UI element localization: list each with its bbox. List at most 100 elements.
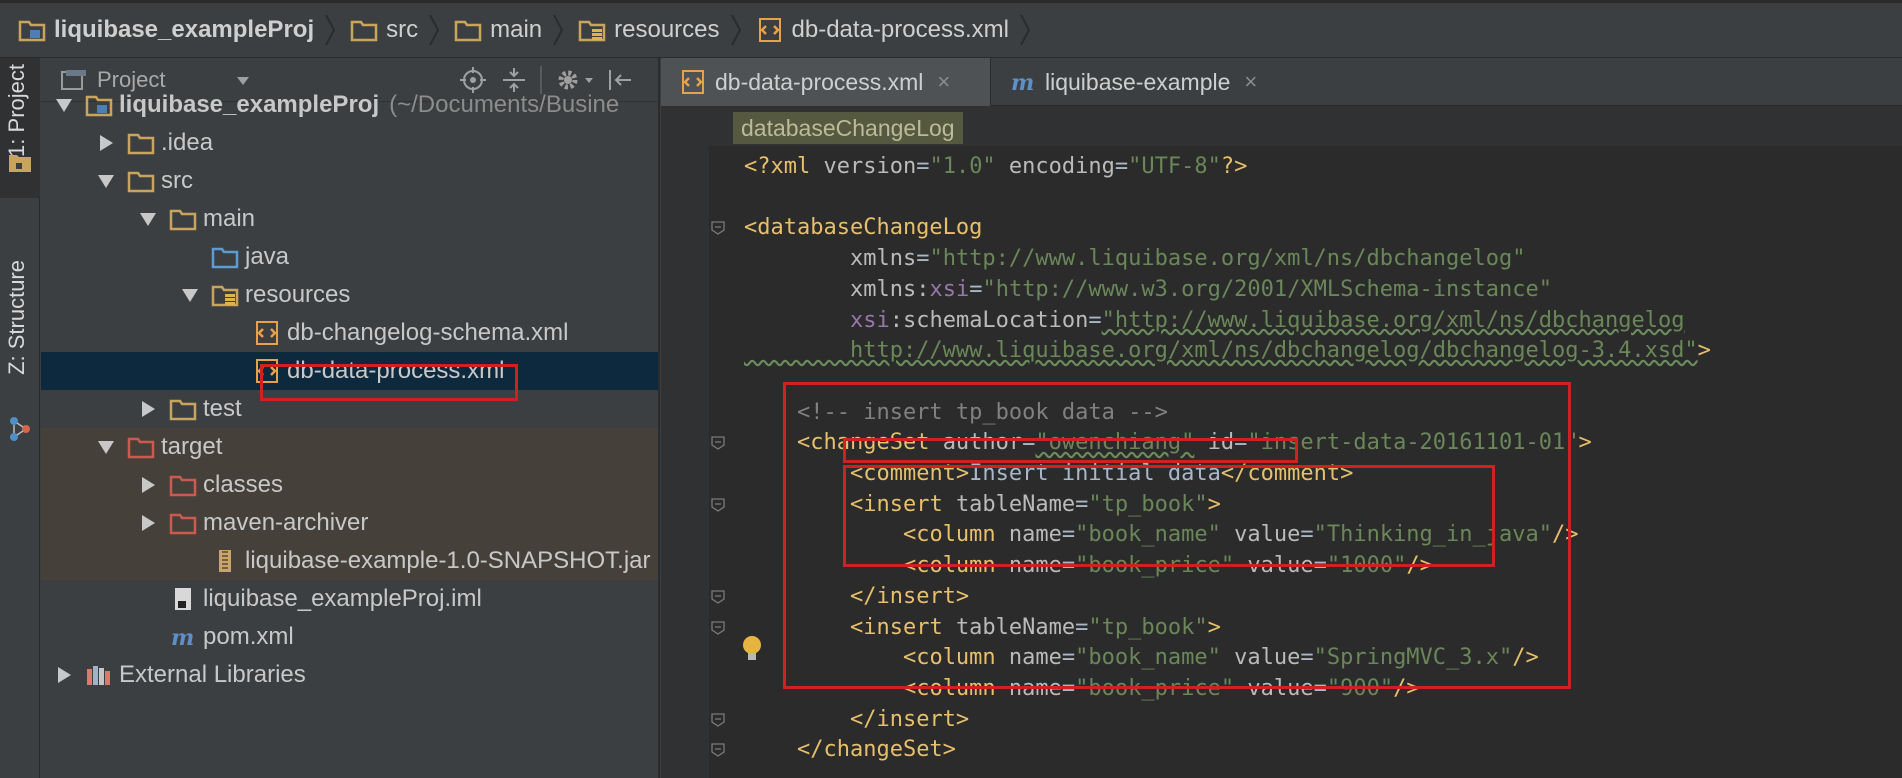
code-line: </insert> — [849, 583, 970, 609]
tree-item-label: db-changelog-schema.xml — [287, 319, 569, 346]
code-line: xmlns:xsi="http://www.w3.org/2001/XMLSch… — [849, 276, 1552, 302]
close-icon[interactable]: × — [937, 69, 950, 95]
code-line: <column name="book_price" value="900"/> — [902, 675, 1420, 701]
breadcrumb-separator-icon — [428, 1, 442, 59]
tree-item-src[interactable]: src — [41, 162, 658, 200]
navigation-breadcrumb: liquibase_exampleProj src main resources db-… — [0, 0, 1902, 58]
tree-expanded-arrow-icon[interactable] — [55, 96, 73, 114]
tree-collapsed-arrow-icon[interactable] — [97, 134, 115, 152]
tree-item-java[interactable]: java — [41, 238, 658, 276]
code-line: </changeSet> — [796, 737, 956, 763]
maven-icon: m — [171, 625, 194, 649]
tree-item-label: target — [161, 433, 223, 460]
breadcrumb-item[interactable]: resources — [578, 3, 729, 57]
jar-file-icon — [219, 550, 231, 572]
svg-text:m: m — [1011, 70, 1034, 94]
folder-icon — [127, 133, 155, 155]
tree-item-db-data-process-xml[interactable]: db-data-process.xml — [41, 352, 658, 390]
folder-icon — [169, 399, 197, 421]
tree-item-classes[interactable]: classes — [41, 466, 658, 504]
breadcrumb-item[interactable]: db-data-process.xml — [756, 3, 1019, 57]
resources-folder-icon — [211, 285, 239, 307]
structure-tool-label: Z: Structure — [4, 260, 29, 375]
tree-expanded-arrow-icon[interactable] — [139, 210, 157, 228]
tree-item-maven-archiver[interactable]: maven-archiver — [41, 504, 658, 542]
lightbulb-icon[interactable] — [741, 635, 763, 663]
project-folder-icon — [18, 20, 46, 42]
tree-expanded-arrow-icon[interactable] — [97, 438, 115, 456]
code-line: <column name="book_name" value="SpringMV… — [902, 645, 1539, 671]
tree-item-external-libraries[interactable]: External Libraries — [41, 656, 658, 694]
breadcrumb-item[interactable]: liquibase_exampleProj — [18, 3, 324, 57]
code-line: <insert tableName="tp_book"> — [849, 614, 1221, 640]
tree-expanded-arrow-icon[interactable] — [97, 172, 115, 190]
editor-tab-label: db-data-process.xml — [715, 68, 924, 95]
tree-item-label: maven-archiver — [203, 509, 369, 536]
editor-tab-bar: db-data-process.xml × m liquibase-example × — [661, 58, 1902, 106]
code-line: <insert tableName="tp_book"> — [849, 491, 1221, 517]
chevron-down-icon[interactable] — [236, 76, 250, 86]
tree-item-target[interactable]: target — [41, 428, 658, 466]
code-line: <comment>Insert initial data</comment> — [849, 461, 1354, 486]
xml-file-icon — [758, 18, 781, 42]
breadcrumb-separator-icon — [730, 1, 744, 59]
breadcrumb-label: main — [490, 16, 543, 43]
breadcrumb-separator-icon — [324, 1, 338, 59]
editor-tab-label: liquibase-example — [1045, 68, 1231, 95]
breadcrumb-separator-icon — [552, 1, 566, 59]
tree-item-label: liquibase_exampleProj — [119, 91, 380, 118]
tree-item-label: pom.xml — [203, 623, 294, 650]
tree-item-main[interactable]: main — [41, 200, 658, 238]
editor-tab[interactable]: m liquibase-example × — [991, 58, 1271, 106]
code-editor[interactable]: <?xml version="1.0" encoding="UTF-8"?> <d… — [661, 152, 1902, 778]
excluded-folder-icon — [169, 475, 197, 497]
tree-item-idea[interactable]: .idea — [41, 124, 658, 162]
tree-item-label: .idea — [161, 129, 214, 156]
project-tool-button[interactable]: 1: Project — [0, 58, 40, 198]
structure-tool-button[interactable]: Z: Structure — [0, 256, 40, 456]
iml-file-icon — [175, 588, 191, 610]
tree-item-path-hint: (~/Documents/Busine — [389, 91, 620, 118]
editor-breadcrumb-bar: databaseChangeLog — [661, 106, 1902, 146]
folder-icon — [350, 20, 378, 42]
tree-item-liquibase-exampleproj[interactable]: liquibase_exampleProj (~/Documents/Busine — [41, 86, 658, 124]
code-line: <column name="book_name" value="Thinking… — [902, 522, 1579, 548]
tree-item-test[interactable]: test — [41, 390, 658, 428]
tree-item-label: External Libraries — [119, 661, 306, 688]
tree-item-label: classes — [203, 471, 284, 498]
tree-item-db-changelog-schema-xml[interactable]: db-changelog-schema.xml — [41, 314, 658, 352]
folder-icon — [127, 171, 155, 193]
tree-item-pom-xml[interactable]: m pom.xml — [41, 618, 658, 656]
code-line: <column name="book_price" value="1000"/> — [902, 553, 1433, 579]
code-line: http://www.liquibase.org/xml/ns/dbchange… — [744, 338, 1711, 364]
breadcrumb-separator-icon — [1019, 1, 1033, 59]
tree-item-label: java — [245, 243, 290, 270]
tree-collapsed-arrow-icon[interactable] — [139, 400, 157, 418]
xml-tag-breadcrumb[interactable]: databaseChangeLog — [733, 112, 963, 144]
tree-expanded-arrow-icon[interactable] — [181, 286, 199, 304]
tree-collapsed-arrow-icon[interactable] — [55, 666, 73, 684]
xml-file-icon — [256, 359, 278, 383]
breadcrumb-label: resources — [614, 16, 720, 43]
editor-tab[interactable]: db-data-process.xml × — [661, 58, 991, 106]
resources-folder-icon — [578, 20, 606, 42]
breadcrumb-item[interactable]: src — [350, 3, 428, 57]
tree-item-liquibase-example-1-0-snapshot-jar[interactable]: liquibase-example-1.0-SNAPSHOT.jar — [41, 542, 658, 580]
breadcrumb-item[interactable]: main — [454, 3, 552, 57]
structure-tool-icon — [10, 417, 30, 441]
tree-item-liquibase-exampleproj-iml[interactable]: liquibase_exampleProj.iml — [41, 580, 658, 618]
breadcrumb-label: db-data-process.xml — [791, 16, 1009, 43]
libraries-icon — [87, 666, 110, 685]
tree-item-label: test — [203, 395, 242, 422]
project-panel: Project liquibase_exampleProj (~/Document… — [41, 58, 660, 778]
source-folder-icon — [211, 247, 239, 269]
folder-icon — [169, 209, 197, 231]
tree-item-label: main — [203, 205, 256, 232]
left-tool-stripe: 1: Project Z: Structure — [0, 58, 40, 778]
tree-collapsed-arrow-icon[interactable] — [139, 514, 157, 532]
code-line: <databaseChangeLog — [744, 215, 983, 241]
tree-collapsed-arrow-icon[interactable] — [139, 476, 157, 494]
tree-item-resources[interactable]: resources — [41, 276, 658, 314]
project-tool-icon — [9, 155, 31, 172]
close-icon[interactable]: × — [1244, 69, 1257, 95]
